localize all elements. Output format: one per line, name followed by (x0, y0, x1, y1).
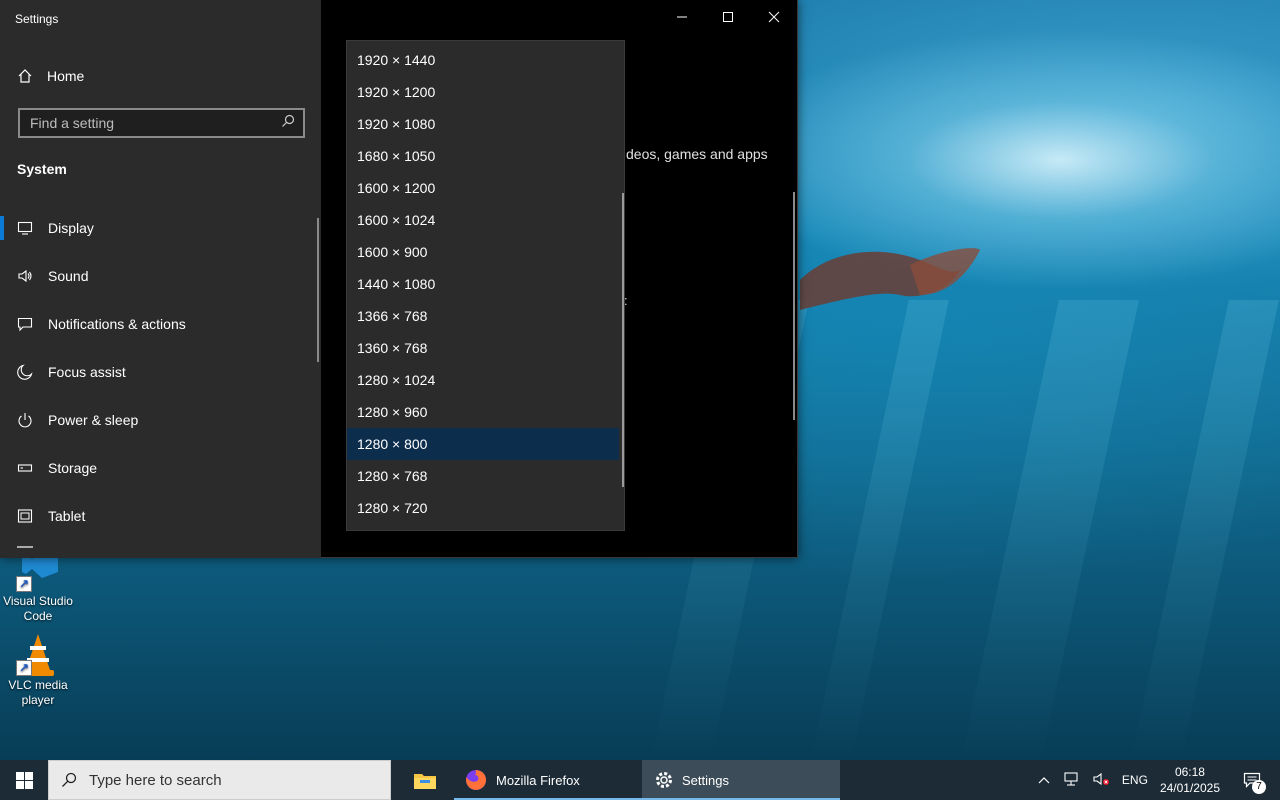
language-indicator[interactable]: ENG (1122, 773, 1148, 787)
resolution-options: 1920 × 1440 1920 × 1200 1920 × 1080 1680 × … (347, 41, 624, 524)
settings-window: Settings Home System Display (0, 0, 798, 558)
file-explorer-icon (414, 774, 436, 789)
resolution-option[interactable]: 1280 × 960 (347, 396, 619, 428)
resolution-dropdown-list[interactable]: 1920 × 1440 1920 × 1200 1920 × 1080 1680 × … (346, 40, 625, 531)
resolution-option[interactable]: 1680 × 1050 (347, 140, 619, 172)
search-icon (62, 772, 77, 787)
shortcut-arrow-icon: ↗ (16, 576, 32, 592)
sidebar-item-sound[interactable]: Sound (0, 252, 318, 300)
close-button[interactable] (751, 0, 797, 34)
taskbar: Mozilla Firefox Settings ENG 06:18 24/01… (0, 760, 1280, 800)
desktop-icon-label: Visual Studio Code (3, 594, 73, 623)
clock-time: 06:18 (1174, 765, 1205, 779)
resolution-option[interactable]: 1600 × 900 (347, 236, 619, 268)
find-setting-input[interactable] (30, 115, 281, 131)
home-icon (17, 68, 33, 84)
resolution-option[interactable]: 1440 × 1080 (347, 268, 619, 300)
clock[interactable]: 06:18 24/01/2025 (1160, 764, 1220, 796)
sidebar-nav: Display Sound Notifications & actions Fo… (0, 204, 318, 540)
taskbar-firefox[interactable]: Mozilla Firefox (454, 760, 642, 800)
resolution-option[interactable]: 1920 × 1440 (347, 44, 619, 76)
windows-logo-icon (15, 771, 33, 789)
search-icon[interactable] (281, 114, 295, 133)
taskbar-app-label: Settings (682, 772, 729, 788)
resolution-option[interactable]: 1280 × 800 (347, 428, 619, 460)
firefox-icon (466, 769, 487, 790)
main-scrollbar[interactable] (793, 192, 795, 420)
notification-count-badge: 7 (1252, 780, 1266, 794)
resolution-option[interactable]: 1920 × 1080 (347, 108, 619, 140)
close-icon (768, 11, 780, 23)
network-icon[interactable] (1062, 771, 1080, 790)
start-button[interactable] (0, 760, 48, 800)
section-heading-system: System (17, 161, 67, 177)
maximize-button[interactable] (705, 0, 751, 34)
minimize-button[interactable] (659, 0, 705, 34)
sidebar-item-label: Sound (48, 268, 89, 284)
resolution-option[interactable]: 1280 × 1024 (347, 364, 619, 396)
taskbar-file-explorer[interactable] (396, 760, 454, 800)
main-partial-description: deos, games and apps (626, 146, 768, 162)
gear-icon (656, 772, 672, 788)
sidebar-item-label: Display (48, 220, 94, 236)
speaker-icon (17, 268, 33, 284)
clock-date: 24/01/2025 (1159, 781, 1220, 795)
shortcut-arrow-icon: ↗ (16, 660, 32, 676)
maximize-icon (723, 12, 733, 22)
sidebar-scrollbar[interactable] (317, 218, 319, 362)
taskbar-settings[interactable]: Settings (642, 760, 840, 800)
resolution-option[interactable]: 1280 × 768 (347, 460, 619, 492)
desktop-icon-vlc[interactable]: ↗ VLC media player (0, 632, 76, 708)
moon-icon (17, 364, 33, 380)
sidebar-partial-item (17, 546, 33, 558)
sidebar-item-label: Storage (48, 460, 98, 476)
drive-icon (17, 460, 33, 476)
sidebar-item-label: Notifications & actions (48, 316, 186, 332)
resolution-option[interactable]: 1600 × 1200 (347, 172, 619, 204)
resolution-option[interactable]: 1280 × 720 (347, 492, 619, 524)
chevron-up-icon[interactable] (1038, 773, 1050, 787)
sidebar-item-display[interactable]: Display (0, 204, 318, 252)
sidebar-item-label: Focus assist (48, 364, 126, 380)
sidebar-item-storage[interactable]: Storage (0, 444, 318, 492)
dropdown-scrollbar[interactable] (622, 193, 624, 487)
sidebar-item-notifications[interactable]: Notifications & actions (0, 300, 318, 348)
resolution-option[interactable]: 1366 × 768 (347, 300, 619, 332)
desktop-icon-label: VLC media player (8, 678, 68, 707)
taskbar-search-input[interactable] (89, 771, 339, 789)
power-icon (17, 412, 33, 428)
mermaid-fins-image (800, 248, 980, 310)
sidebar-item-focus-assist[interactable]: Focus assist (0, 348, 318, 396)
resolution-option[interactable]: 1360 × 768 (347, 332, 619, 364)
find-setting-search[interactable] (18, 108, 305, 138)
home-label: Home (47, 68, 85, 84)
minimize-icon (677, 16, 687, 18)
action-center-button[interactable]: 7 (1232, 760, 1272, 800)
sidebar-item-tablet[interactable]: Tablet (0, 492, 318, 540)
sidebar-item-label: Power & sleep (48, 412, 139, 428)
system-tray: ENG 06:18 24/01/2025 7 (1038, 760, 1280, 800)
resolution-option[interactable]: 1600 × 1024 (347, 204, 619, 236)
tablet-icon (17, 508, 33, 524)
sidebar-item-power-sleep[interactable]: Power & sleep (0, 396, 318, 444)
volume-muted-icon[interactable] (1092, 771, 1110, 790)
sidebar-item-label: Tablet (48, 508, 86, 524)
window-title: Settings (15, 12, 59, 26)
vlc-icon: ↗ (14, 632, 62, 676)
message-icon (17, 316, 33, 332)
monitor-icon (17, 220, 33, 236)
taskbar-search-box[interactable] (48, 760, 391, 800)
desktop-icon-vscode[interactable]: ↗ Visual Studio Code (0, 548, 76, 624)
taskbar-app-label: Mozilla Firefox (496, 772, 580, 788)
settings-sidebar: Settings Home System Display (0, 0, 321, 558)
home-link[interactable]: Home (17, 66, 84, 86)
resolution-option[interactable]: 1920 × 1200 (347, 76, 619, 108)
